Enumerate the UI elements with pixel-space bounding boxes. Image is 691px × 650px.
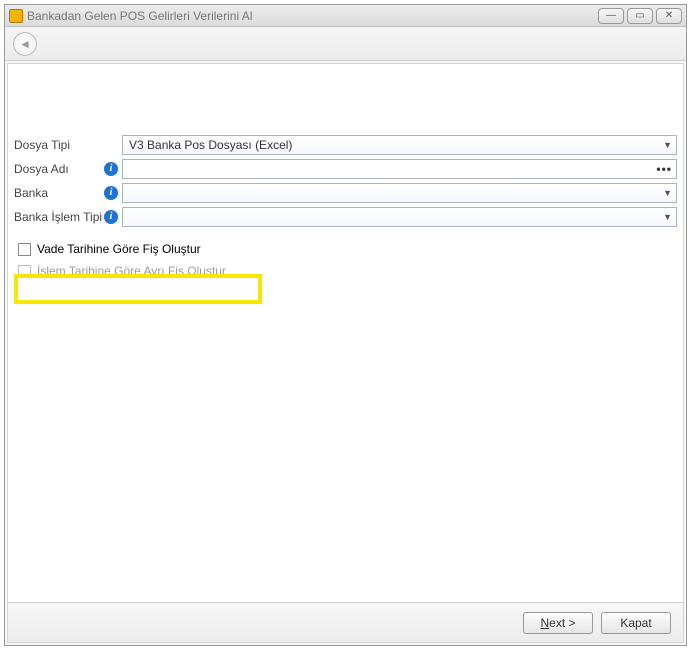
input-dosya-adi[interactable]: ••• xyxy=(122,159,677,179)
browse-button[interactable]: ••• xyxy=(656,162,672,176)
info-icon[interactable]: i xyxy=(104,162,118,176)
chevron-down-icon: ▼ xyxy=(663,212,672,222)
maximize-button[interactable]: ▭ xyxy=(627,8,653,24)
label-dosya-adi: Dosya Adı xyxy=(14,162,104,176)
app-icon xyxy=(9,9,23,23)
combo-banka-islem-tipi[interactable]: ▼ xyxy=(122,207,677,227)
back-button[interactable]: ◄ xyxy=(13,32,37,56)
chevron-down-icon: ▼ xyxy=(663,188,672,198)
info-icon[interactable]: i xyxy=(104,186,118,200)
row-banka: Banka i ▼ xyxy=(14,182,677,204)
arrow-left-icon: ◄ xyxy=(19,37,31,51)
titlebar: Bankadan Gelen POS Gelirleri Verilerini … xyxy=(5,5,686,27)
footer: Next > Kapat xyxy=(8,602,683,642)
minimize-button[interactable]: — xyxy=(598,8,624,24)
kapat-button[interactable]: Kapat xyxy=(601,612,671,634)
checkbox-icon[interactable] xyxy=(18,265,31,278)
checkbox-label-2: İşlem Tarihine Göre Ayrı Fiş Oluştur xyxy=(37,264,226,278)
combo-dosya-tipi[interactable]: V3 Banka Pos Dosyası (Excel) ▼ xyxy=(122,135,677,155)
window-title: Bankadan Gelen POS Gelirleri Verilerini … xyxy=(27,9,598,23)
row-dosya-adi: Dosya Adı i ••• xyxy=(14,158,677,180)
checkbox-islem-tarihine[interactable]: İşlem Tarihine Göre Ayrı Fiş Oluştur xyxy=(14,260,677,282)
label-banka: Banka xyxy=(14,186,104,200)
label-dosya-tipi: Dosya Tipi xyxy=(14,138,104,152)
row-banka-islem-tipi: Banka İşlem Tipi i ▼ xyxy=(14,206,677,228)
form-area: Dosya Tipi V3 Banka Pos Dosyası (Excel) … xyxy=(8,64,683,282)
next-button[interactable]: Next > xyxy=(523,612,593,634)
checkbox-vade-tarihine[interactable]: Vade Tarihine Göre Fiş Oluştur xyxy=(14,238,677,260)
combo-banka[interactable]: ▼ xyxy=(122,183,677,203)
label-banka-islem-tipi: Banka İşlem Tipi xyxy=(14,210,104,224)
close-button[interactable]: ✕ xyxy=(656,8,682,24)
chevron-down-icon: ▼ xyxy=(663,140,672,150)
toolbar: ◄ xyxy=(5,27,686,61)
combo-dosya-tipi-value: V3 Banka Pos Dosyası (Excel) xyxy=(129,138,292,152)
content-panel: Dosya Tipi V3 Banka Pos Dosyası (Excel) … xyxy=(7,63,684,643)
window-controls: — ▭ ✕ xyxy=(598,8,682,24)
row-dosya-tipi: Dosya Tipi V3 Banka Pos Dosyası (Excel) … xyxy=(14,134,677,156)
checkbox-label-1: Vade Tarihine Göre Fiş Oluştur xyxy=(37,242,201,256)
app-window: Bankadan Gelen POS Gelirleri Verilerini … xyxy=(4,4,687,646)
info-icon[interactable]: i xyxy=(104,210,118,224)
checkbox-icon[interactable] xyxy=(18,243,31,256)
